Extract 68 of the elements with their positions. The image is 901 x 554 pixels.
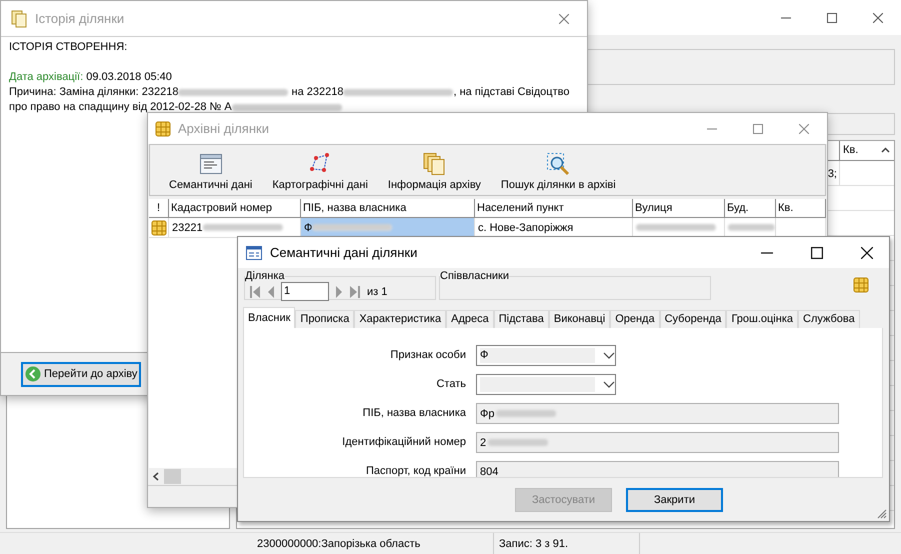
group-label: Ділянка — [245, 270, 285, 282]
dropdown[interactable] — [476, 374, 616, 395]
text-field[interactable]: Фр — [476, 403, 839, 424]
toolbar-button[interactable]: Картографічні дані — [262, 152, 378, 191]
last-record-icon[interactable] — [349, 284, 361, 298]
next-record-icon[interactable] — [335, 284, 343, 298]
text-field[interactable]: 2 — [476, 432, 839, 453]
tab[interactable]: Грош.оцінка — [726, 310, 798, 328]
column-header[interactable]: Кв. — [839, 141, 877, 160]
scrollbar-thumb[interactable] — [164, 469, 181, 484]
table-cell-text: 3; — [828, 168, 838, 180]
dropdown[interactable]: Ф — [476, 345, 616, 366]
group-label: Співвласники — [440, 270, 509, 282]
field-label: Признак особи — [389, 348, 466, 363]
tab[interactable]: Характеристика — [354, 310, 446, 328]
tab[interactable]: Прописка — [295, 310, 354, 328]
dialog-button[interactable]: Закрити — [626, 488, 723, 512]
close-icon[interactable] — [873, 12, 883, 22]
field-label: ПІБ, назва власника — [362, 406, 466, 421]
chevron-down-icon — [603, 380, 615, 388]
grid-icon[interactable] — [853, 277, 869, 293]
reason-text: Причина: Заміна ділянки: 232218 на 232218 , на підставі Свідоцтво про право на спадщину від 2012-02-28 № А — [9, 85, 570, 115]
toolbar-button[interactable]: Інформація архіву — [378, 152, 491, 191]
grid-icon — [151, 220, 167, 236]
maximize-icon[interactable] — [827, 12, 837, 22]
row-marker[interactable] — [149, 218, 169, 238]
text-field[interactable]: 804 — [476, 461, 839, 477]
tab[interactable]: Власник — [243, 307, 296, 328]
toolbar-button[interactable]: Семантичні дані — [159, 152, 262, 191]
pages-icon — [10, 10, 28, 28]
previous-record-icon[interactable] — [267, 284, 275, 298]
resize-grip-icon[interactable] — [877, 509, 887, 519]
archive-date-text: Дата архівації: 09.03.2018 05:40 — [9, 70, 173, 85]
status-record-count: Запис: 3 з 91. — [493, 533, 639, 554]
status-region: 2300000000:Запорізька область — [257, 538, 422, 550]
tab[interactable]: Оренда — [610, 310, 660, 328]
close-icon[interactable] — [861, 246, 873, 258]
maximize-icon[interactable] — [811, 246, 823, 258]
field-label: Стать — [435, 377, 466, 392]
toolbar-button[interactable]: Пошук ділянки в архіві — [490, 152, 626, 191]
column-header[interactable]: Населений пункт — [475, 199, 633, 218]
tab[interactable]: Суборенда — [660, 310, 726, 328]
tab[interactable]: Підстава — [494, 310, 549, 328]
field-label: Ідентифікаційний номер — [341, 435, 466, 450]
column-header[interactable]: ! — [149, 199, 169, 218]
window-title: Архівні ділянки — [178, 121, 269, 136]
go-to-archive-button[interactable]: Перейти до архіву — [21, 362, 142, 386]
record-count: из 1 — [367, 286, 388, 298]
form-icon — [246, 246, 262, 260]
chevron-down-icon — [603, 352, 615, 360]
window-title: Історія ділянки — [35, 11, 124, 26]
search-icon — [546, 152, 570, 176]
record-number-field[interactable]: 1 — [281, 282, 329, 301]
column-header[interactable]: Вулиця — [633, 199, 725, 218]
column-header[interactable]: Кадастровий номер — [169, 199, 301, 218]
column-header[interactable]: Буд. — [725, 199, 776, 218]
form-icon — [198, 152, 223, 176]
column-header[interactable]: Кв. — [776, 199, 826, 218]
pages-icon — [422, 152, 446, 176]
grid-icon — [155, 120, 171, 136]
tab[interactable]: Адреса — [446, 310, 494, 328]
window-title: Семантичні дані ділянки — [270, 245, 418, 260]
field-label: Паспорт, код країни — [364, 464, 466, 477]
first-record-icon[interactable] — [249, 284, 261, 298]
tab[interactable]: Виконавці — [548, 310, 610, 328]
table-cell: Ф — [301, 218, 475, 238]
history-heading: ІСТОРІЯ СТВОРЕННЯ: — [9, 40, 128, 55]
tab[interactable]: Службова — [798, 310, 860, 328]
